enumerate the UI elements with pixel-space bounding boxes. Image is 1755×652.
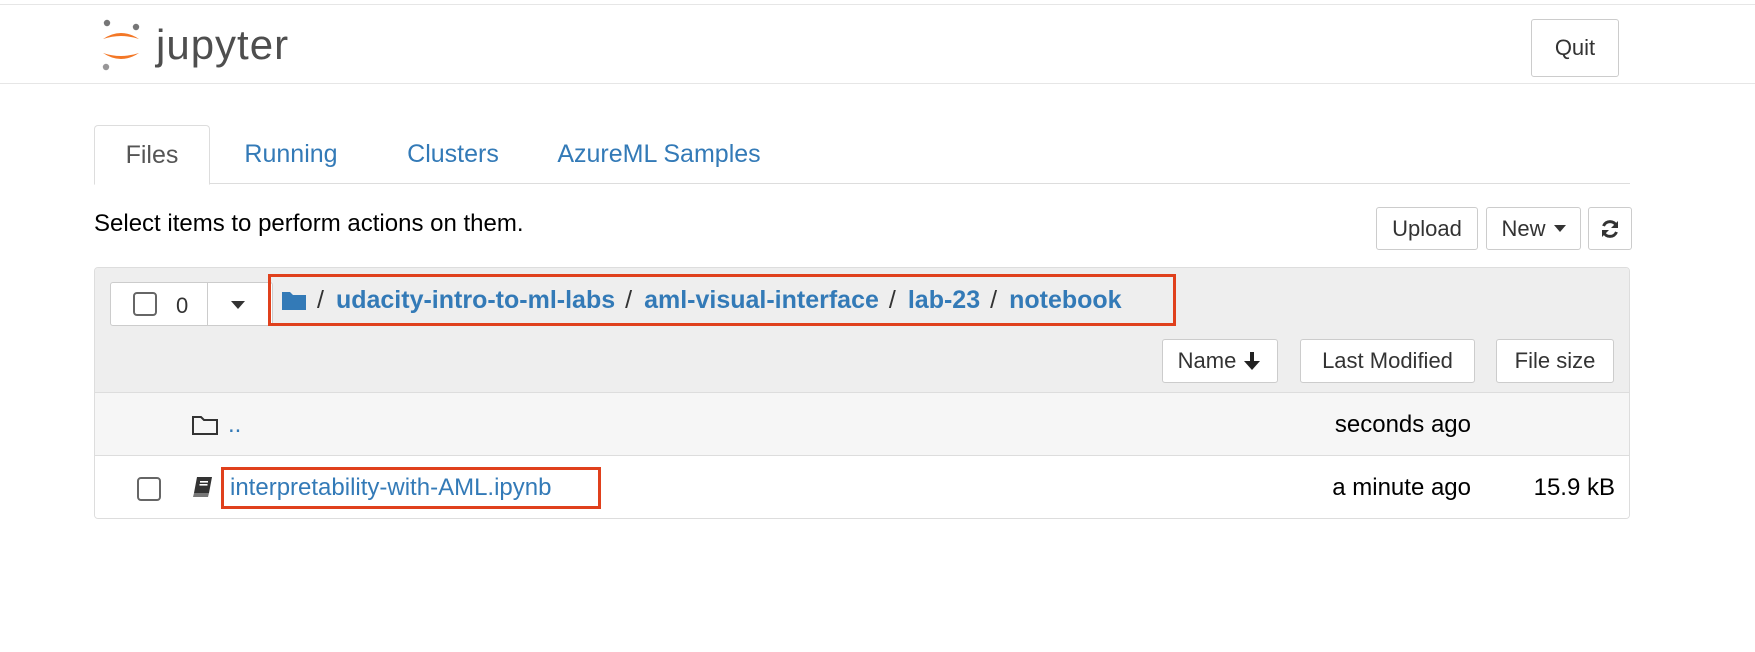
breadcrumb-separator: / [625,285,633,314]
jupyter-logo[interactable]: jupyter [100,19,289,71]
file-list-header: 0 / udacity-intro-to-ml-labs / aml-visua… [95,268,1629,393]
quit-button[interactable]: Quit [1531,19,1619,77]
file-size: 15.9 kB [1533,474,1615,501]
folder-outline-icon [192,416,218,435]
breadcrumb-item-lab-23[interactable]: lab-23 [908,286,980,315]
tab-files[interactable]: Files [94,125,210,185]
selector-divider [207,283,208,325]
breadcrumb-separator: / [317,285,324,314]
arrow-down-icon [1244,352,1261,370]
new-button-label: New [1501,215,1546,241]
file-list-panel: 0 / udacity-intro-to-ml-labs / aml-visua… [94,267,1630,519]
tab-bar: Files Running Clusters AzureML Samples [94,125,1630,185]
breadcrumb-separator: / [990,285,998,314]
breadcrumb: / udacity-intro-to-ml-labs / aml-visual-… [268,274,1176,326]
tab-running[interactable]: Running [210,125,372,184]
tab-azureml-samples[interactable]: AzureML Samples [534,125,784,184]
breadcrumb-separator: / [888,285,896,314]
breadcrumb-item-notebook[interactable]: notebook [1009,286,1122,315]
new-button[interactable]: New [1486,207,1581,250]
list-item[interactable]: .. seconds ago [95,393,1629,456]
modified-time: a minute ago [1332,474,1471,501]
sort-by-name-button[interactable]: Name [1162,339,1278,383]
jupyter-logo-icon [102,19,140,71]
select-all-checkbox[interactable] [133,292,157,316]
notebook-file-link[interactable]: interpretability-with-AML.ipynb [221,467,601,509]
upload-button[interactable]: Upload [1376,207,1478,250]
modified-time: seconds ago [1334,411,1471,438]
sort-by-file-size-button[interactable]: File size [1496,339,1614,383]
logo-text: jupyter [156,21,290,68]
select-all-dropdown[interactable]: 0 [110,282,273,326]
breadcrumb-item-aml-visual-interface[interactable]: aml-visual-interface [644,286,879,315]
sort-name-label: Name [1177,348,1237,373]
selection-hint: Select items to perform actions on them. [94,210,524,237]
header-bar: jupyter Quit [0,4,1755,84]
selected-count: 0 [176,293,189,318]
sort-by-last-modified-button[interactable]: Last Modified [1300,339,1475,383]
list-item[interactable]: interpretability-with-AML.ipynb a minute… [95,456,1629,518]
parent-folder-link[interactable]: .. [228,411,241,439]
chevron-down-icon[interactable] [231,301,245,309]
folder-icon[interactable] [281,289,307,311]
breadcrumb-item-udacity-intro-to-ml-labs[interactable]: udacity-intro-to-ml-labs [336,286,615,315]
item-checkbox[interactable] [137,477,161,501]
notebook-icon [193,477,212,497]
chevron-down-icon [1553,225,1566,232]
tab-clusters[interactable]: Clusters [372,125,534,184]
refresh-icon [1602,219,1618,238]
refresh-button[interactable] [1588,207,1632,250]
